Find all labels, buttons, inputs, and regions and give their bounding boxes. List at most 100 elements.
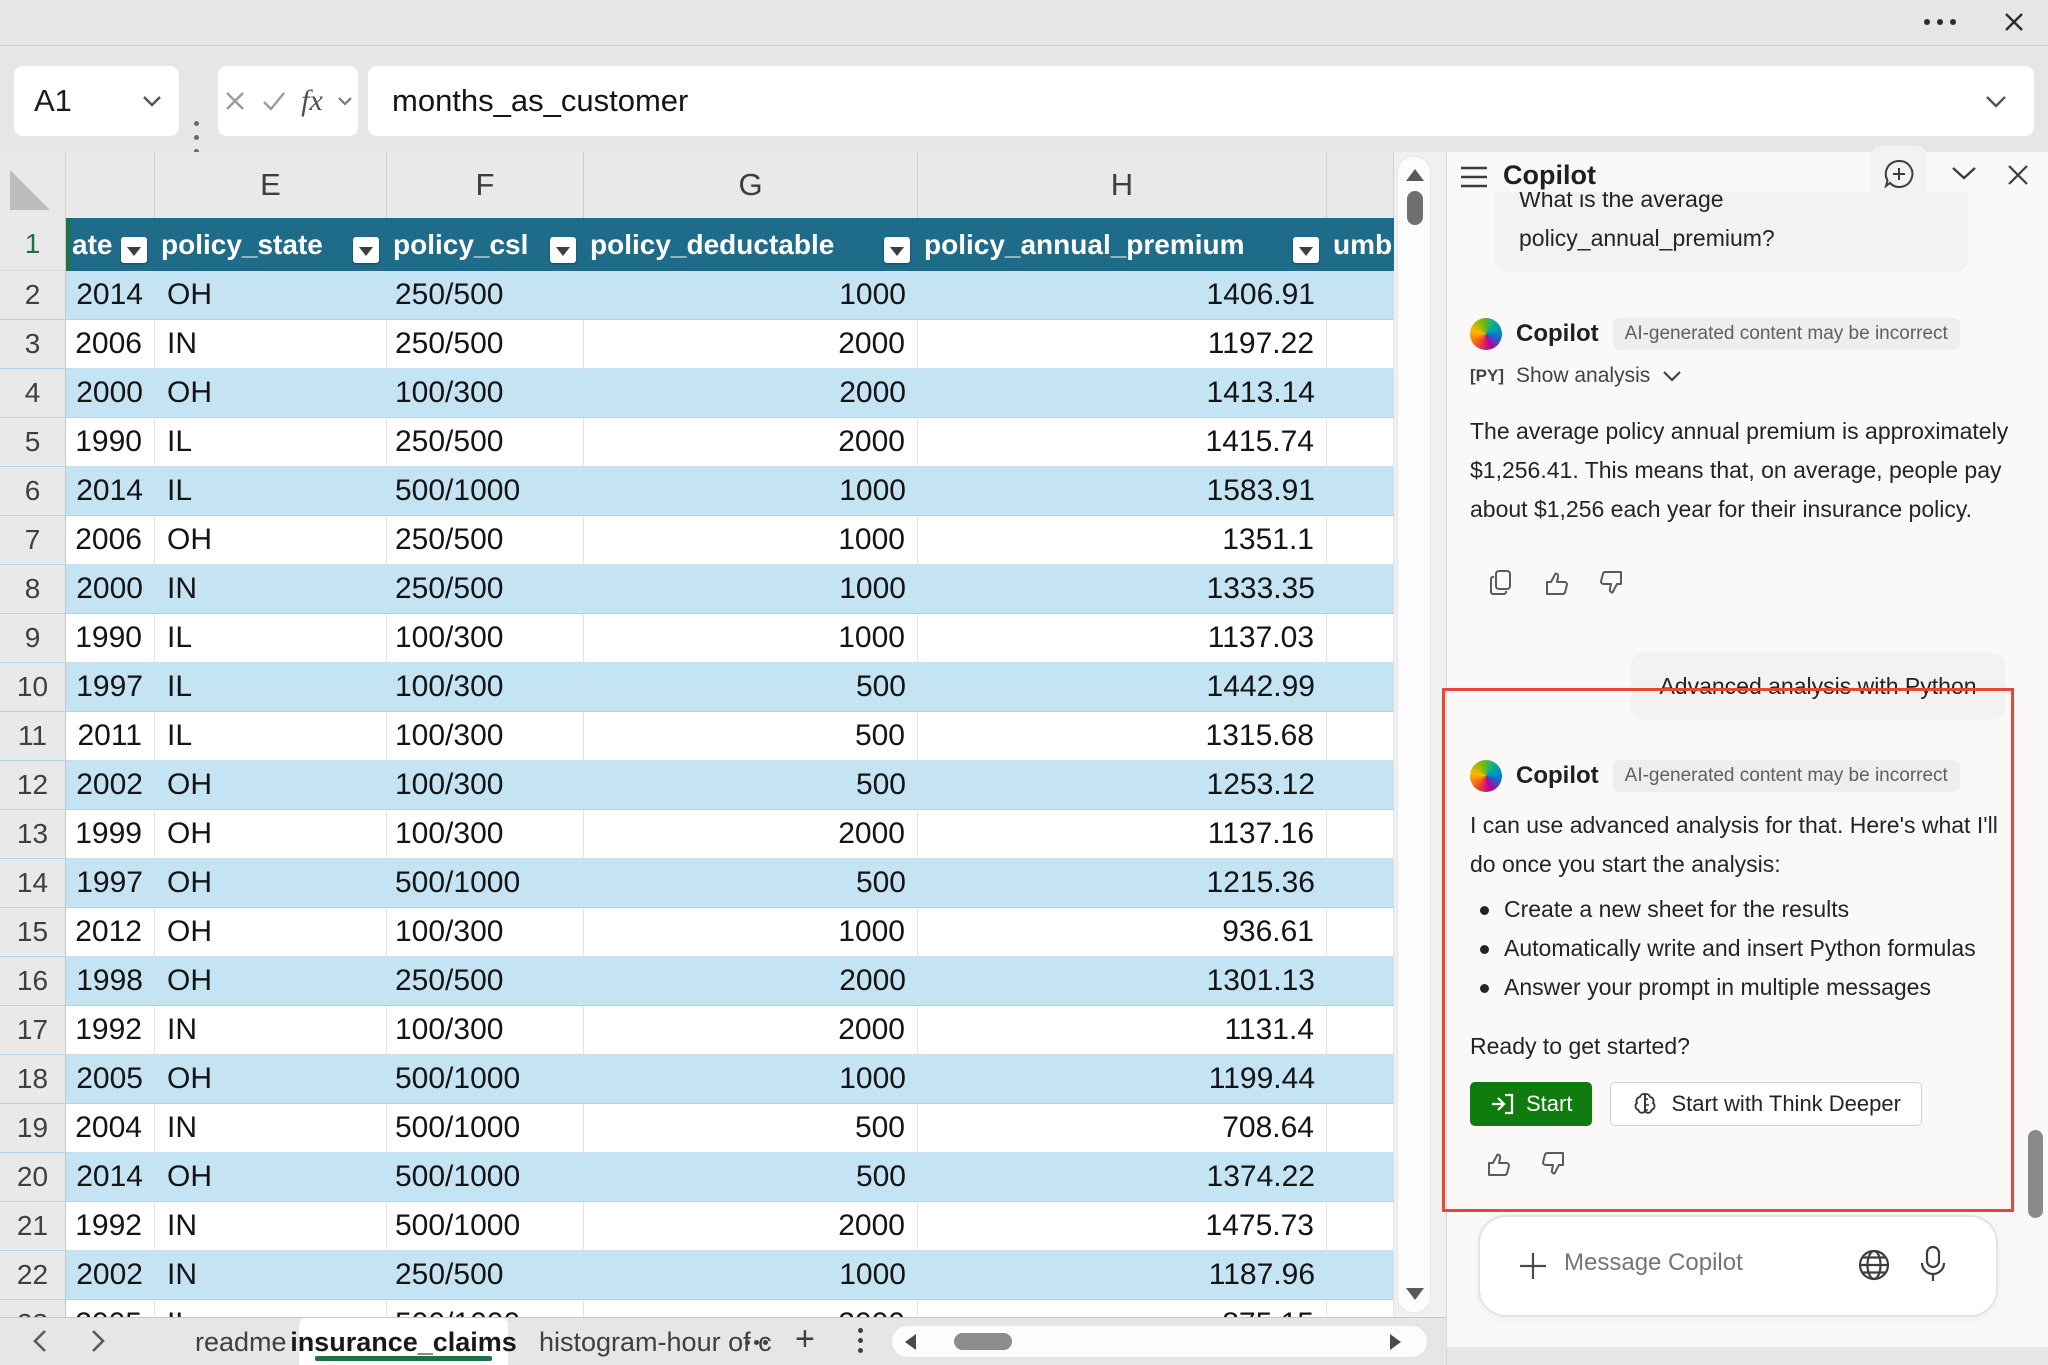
cell[interactable]: 500/1000 (387, 1055, 584, 1104)
row-heading-19[interactable]: 19 (0, 1104, 66, 1153)
cell[interactable]: 1374.22 (918, 1153, 1327, 1202)
cell[interactable]: IN (155, 565, 387, 614)
row-heading-12[interactable]: 12 (0, 761, 66, 810)
cell[interactable]: 2000 (66, 565, 155, 614)
column-heading-E[interactable]: E (155, 152, 387, 218)
column-heading-F[interactable]: F (387, 152, 584, 218)
cell[interactable] (1327, 1153, 1394, 1202)
row-heading-10[interactable]: 10 (0, 663, 66, 712)
cell[interactable]: IL (155, 712, 387, 761)
cell[interactable] (1327, 516, 1394, 565)
filter-dropdown-icon[interactable] (884, 237, 910, 263)
cell[interactable]: 1000 (584, 271, 918, 320)
cell[interactable]: 2014 (66, 1153, 155, 1202)
row-heading-11[interactable]: 11 (0, 712, 66, 761)
cell[interactable]: 1992 (66, 1202, 155, 1251)
cell[interactable]: 2014 (66, 467, 155, 516)
attach-plus-icon[interactable] (1516, 1249, 1550, 1283)
row-heading-1[interactable]: 1 (0, 218, 66, 271)
cell[interactable]: 2012 (66, 908, 155, 957)
cell[interactable]: IN (155, 1104, 387, 1153)
tab-histogram[interactable]: histogram-hour of c (539, 1327, 772, 1358)
cell[interactable]: 250/500 (387, 565, 584, 614)
cell[interactable]: 2011 (66, 712, 155, 761)
name-box-chevron-icon[interactable] (141, 94, 163, 108)
cell[interactable]: IL (155, 614, 387, 663)
cell[interactable]: 2000 (584, 369, 918, 418)
cell[interactable]: 2000 (66, 369, 155, 418)
cell[interactable]: 2004 (66, 1104, 155, 1153)
tab-overflow-icon[interactable] (745, 1340, 768, 1345)
row-heading-17[interactable]: 17 (0, 1006, 66, 1055)
cell[interactable]: IL (155, 467, 387, 516)
formula-bar-options-icon[interactable] (194, 121, 199, 154)
filter-dropdown-icon[interactable] (121, 237, 147, 263)
cell[interactable]: 1997 (66, 859, 155, 908)
cell[interactable]: 1998 (66, 957, 155, 1006)
cell[interactable]: 1442.99 (918, 663, 1327, 712)
filter-dropdown-icon[interactable] (353, 237, 379, 263)
cell[interactable] (1327, 418, 1394, 467)
cell[interactable]: 1000 (584, 1251, 918, 1300)
cell[interactable] (1327, 1202, 1394, 1251)
cell[interactable] (1327, 810, 1394, 859)
cell[interactable]: 1301.13 (918, 957, 1327, 1006)
row-heading-22[interactable]: 22 (0, 1251, 66, 1300)
copy-icon[interactable] (1488, 569, 1514, 597)
cell[interactable]: 500/1000 (387, 467, 584, 516)
cell[interactable]: 2000 (584, 1202, 918, 1251)
cell[interactable]: 1253.12 (918, 761, 1327, 810)
row-heading-14[interactable]: 14 (0, 859, 66, 908)
cell[interactable]: 1415.74 (918, 418, 1327, 467)
column-heading-G[interactable]: G (584, 152, 918, 218)
start-think-deeper-button[interactable]: Start with Think Deeper (1610, 1082, 1921, 1126)
cell[interactable]: 100/300 (387, 908, 584, 957)
cell[interactable] (1327, 957, 1394, 1006)
add-sheet-icon[interactable]: + (795, 1320, 815, 1359)
horizontal-scroll-thumb[interactable] (954, 1333, 1012, 1350)
cell[interactable]: 708.64 (918, 1104, 1327, 1153)
cell[interactable] (1327, 663, 1394, 712)
cell[interactable]: OH (155, 369, 387, 418)
horizontal-scrollbar[interactable] (891, 1325, 1428, 1358)
cell[interactable] (1327, 1300, 1394, 1317)
row-heading-5[interactable]: 5 (0, 418, 66, 467)
scroll-right-icon[interactable] (1390, 1334, 1401, 1350)
confirm-entry-icon[interactable] (261, 90, 287, 112)
cell[interactable]: OH (155, 761, 387, 810)
row-heading-23[interactable]: 23 (0, 1300, 66, 1317)
cell[interactable]: 1315.68 (918, 712, 1327, 761)
scroll-up-icon[interactable] (1406, 169, 1424, 181)
microphone-icon[interactable] (1918, 1245, 1948, 1285)
cell[interactable]: OH (155, 271, 387, 320)
cell[interactable]: 2006 (66, 516, 155, 565)
cell[interactable]: 500 (584, 761, 918, 810)
cell[interactable] (1327, 467, 1394, 516)
header-cell-umb[interactable]: umb (1327, 218, 1394, 271)
cell[interactable] (1327, 614, 1394, 663)
vertical-scroll-thumb[interactable] (1407, 191, 1423, 225)
header-cell-policy_state[interactable]: policy_state (155, 218, 387, 271)
row-heading-8[interactable]: 8 (0, 565, 66, 614)
cell[interactable]: 1215.36 (918, 859, 1327, 908)
show-analysis-chevron-icon[interactable] (1662, 370, 1682, 383)
cell[interactable]: OH (155, 908, 387, 957)
cell[interactable]: 2000 (584, 810, 918, 859)
cell[interactable]: 1000 (584, 614, 918, 663)
cell[interactable]: 1000 (584, 1055, 918, 1104)
show-analysis-toggle[interactable]: [PY] Show analysis (1470, 364, 2005, 388)
cell[interactable]: 936.61 (918, 908, 1327, 957)
cell[interactable]: 250/500 (387, 516, 584, 565)
panel-collapse-chevron-icon[interactable] (1949, 164, 1979, 182)
cell[interactable] (1327, 859, 1394, 908)
row-heading-6[interactable]: 6 (0, 467, 66, 516)
cell[interactable] (1327, 565, 1394, 614)
insert-function-icon[interactable]: fx (301, 84, 323, 118)
cell[interactable]: 1137.16 (918, 810, 1327, 859)
row-heading-21[interactable]: 21 (0, 1202, 66, 1251)
cell[interactable]: 500 (584, 712, 918, 761)
thumbs-down-icon[interactable] (1598, 569, 1626, 597)
row-heading-2[interactable]: 2 (0, 271, 66, 320)
cell[interactable]: IL (155, 1300, 387, 1317)
cell[interactable] (1327, 271, 1394, 320)
